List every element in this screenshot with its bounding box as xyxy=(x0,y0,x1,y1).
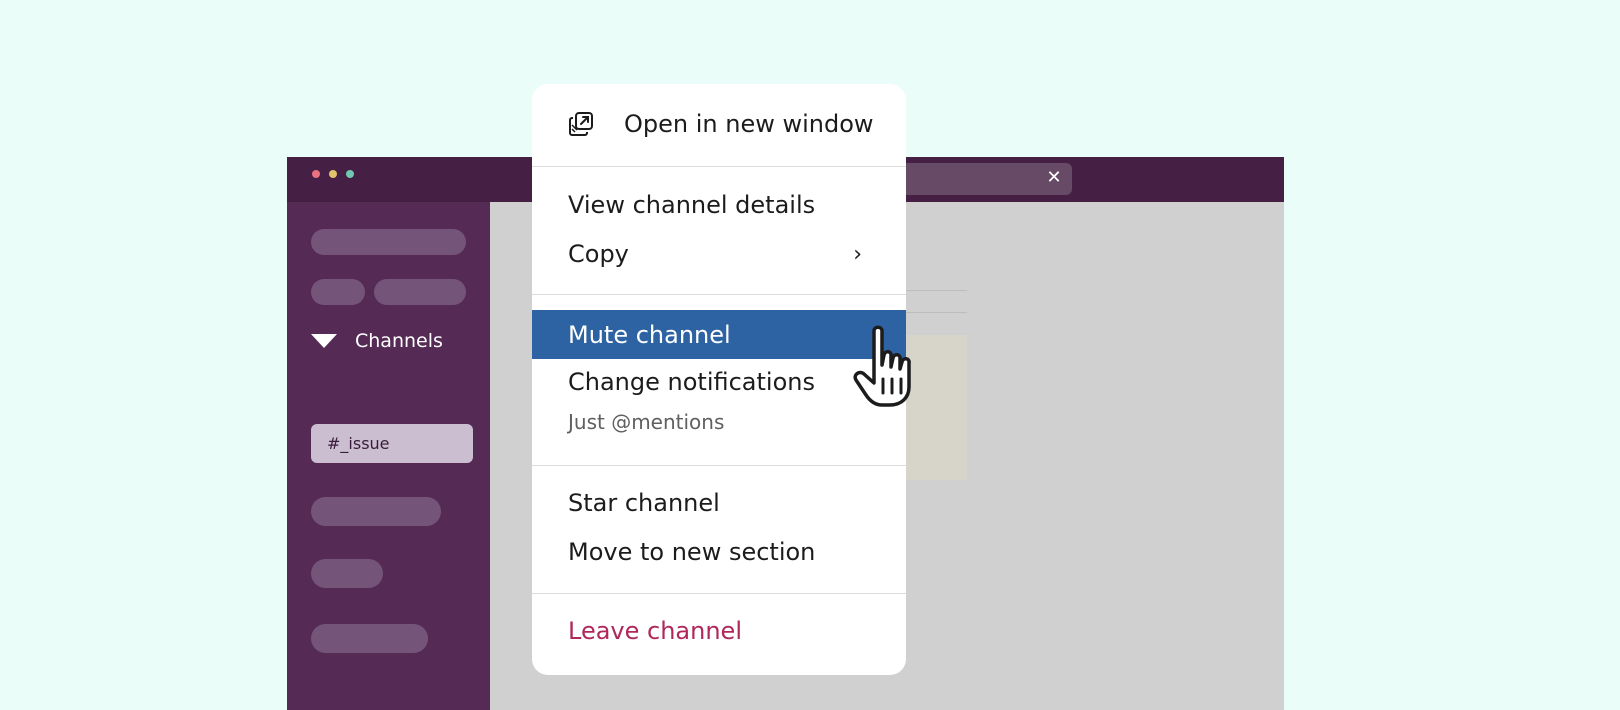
chevron-right-icon: › xyxy=(853,241,862,267)
menu-item-change-notifications[interactable]: Change notifications xyxy=(532,361,906,403)
sidebar-placeholder-workspace xyxy=(311,229,466,255)
notification-setting-value: Just @mentions xyxy=(568,410,725,434)
channels-section-label: Channels xyxy=(355,330,443,352)
sidebar-placeholder-item xyxy=(311,497,441,526)
menu-item-label: Mute channel xyxy=(568,320,731,349)
menu-item-view-channel-details[interactable]: View channel details xyxy=(532,184,906,226)
sidebar-placeholder-medium xyxy=(374,279,466,305)
menu-item-label: Move to new section xyxy=(568,538,816,566)
menu-item-star-channel[interactable]: Star channel xyxy=(532,482,906,524)
menu-item-label: Copy xyxy=(568,240,629,268)
sidebar: Channels #_issue xyxy=(287,202,490,710)
menu-divider xyxy=(532,294,906,295)
menu-item-open-in-new-window[interactable]: Open in new window xyxy=(532,102,906,146)
minimize-window-dot[interactable] xyxy=(329,170,337,178)
menu-item-label: Leave channel xyxy=(568,617,742,645)
menu-item-copy[interactable]: Copy › xyxy=(532,233,906,275)
hand-pointer-icon xyxy=(853,325,911,407)
menu-item-label: Open in new window xyxy=(624,110,874,138)
menu-divider xyxy=(532,166,906,167)
open-in-new-window-icon xyxy=(569,112,593,136)
menu-item-leave-channel[interactable]: Leave channel xyxy=(532,610,906,652)
menu-divider xyxy=(532,465,906,466)
caret-down-icon[interactable] xyxy=(311,334,337,348)
close-icon[interactable]: ✕ xyxy=(1044,168,1064,188)
menu-item-label: Star channel xyxy=(568,489,720,517)
menu-item-label: View channel details xyxy=(568,191,816,219)
close-window-dot[interactable] xyxy=(312,170,320,178)
sidebar-placeholder-item xyxy=(311,559,383,588)
sidebar-placeholder-item xyxy=(311,624,428,653)
menu-divider xyxy=(532,593,906,594)
menu-item-label: Change notifications xyxy=(568,368,815,396)
sidebar-item-issue-channel[interactable]: #_issue xyxy=(311,424,473,463)
sidebar-placeholder-short xyxy=(311,279,365,305)
channels-section-header[interactable]: Channels xyxy=(311,326,443,356)
maximize-window-dot[interactable] xyxy=(346,170,354,178)
channel-context-menu: Open in new window View channel details … xyxy=(532,84,906,675)
menu-item-mute-channel[interactable]: Mute channel xyxy=(532,310,906,359)
menu-item-move-to-new-section[interactable]: Move to new section xyxy=(532,531,906,573)
